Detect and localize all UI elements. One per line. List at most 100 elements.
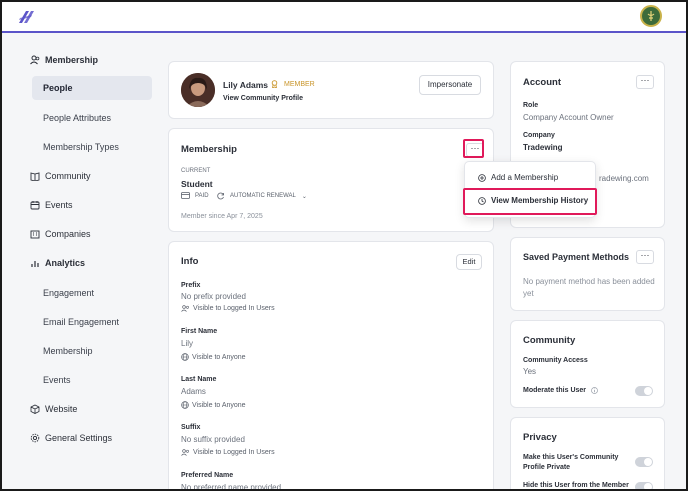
member-since: Member since Apr 7, 2025 (181, 213, 263, 220)
privacy-card: Privacy Make this User's Community Profi… (510, 417, 665, 489)
field-label-first-name: First Name (181, 328, 218, 335)
field-visibility-prefix[interactable]: Visible to Logged In Users (181, 305, 275, 312)
sidebar-item-label: Companies (45, 229, 91, 239)
globe-icon (181, 353, 189, 361)
member-badge: MEMBER (271, 80, 315, 88)
private-profile-toggle[interactable] (635, 457, 653, 467)
membership-card: Membership ··· CURRENT Student PAID AUTO… (168, 128, 494, 232)
user-avatar[interactable] (640, 5, 662, 27)
member-badge-label: MEMBER (284, 80, 315, 88)
email-value: radewing.com (599, 174, 649, 183)
sidebar-item-label: Website (45, 404, 78, 414)
company-label: Company (523, 132, 555, 139)
paid-label: PAID (195, 192, 209, 199)
add-membership-label: Add a Membership (491, 173, 559, 182)
sidebar-item-email-engagement[interactable]: Email Engagement (43, 317, 119, 327)
moderate-user-label: Moderate this User (523, 387, 598, 394)
renewal-label: AUTOMATIC RENEWAL (230, 193, 296, 199)
profile-name: Lily Adams (223, 80, 269, 90)
award-icon (271, 80, 278, 88)
community-title: Community (523, 335, 576, 346)
privacy-title: Privacy (523, 432, 557, 443)
current-label: CURRENT (181, 168, 211, 174)
building-icon (30, 230, 40, 239)
sidebar-item-engagement[interactable]: Engagement (43, 288, 94, 298)
plan-name: Student (181, 179, 213, 189)
community-access-value: Yes (523, 367, 537, 376)
company-value[interactable]: Tradewing (523, 143, 563, 152)
top-bar (2, 2, 686, 33)
payment-methods-card: Saved Payment Methods ··· No payment met… (510, 237, 665, 311)
field-label-prefix: Prefix (181, 282, 201, 289)
field-value-first-name: Lily (181, 339, 194, 348)
sidebar-item-events[interactable]: Events (30, 200, 73, 210)
impersonate-button[interactable]: Impersonate (419, 75, 481, 95)
renewal-status[interactable]: AUTOMATIC RENEWAL ⌄ (217, 192, 307, 200)
app-window: Membership People People Attributes Memb… (0, 0, 688, 491)
sidebar-item-label: Analytics (45, 258, 86, 268)
visibility-label: Visible to Logged In Users (193, 449, 275, 456)
profile-card: Lily Adams MEMBER View Community Profile… (168, 61, 494, 119)
sidebar: Membership People People Attributes Memb… (2, 35, 162, 489)
add-membership-menu-item[interactable]: Add a Membership (478, 173, 558, 182)
sidebar-item-people-attributes[interactable]: People Attributes (43, 113, 111, 123)
field-value-prefix: No prefix provided (181, 292, 246, 301)
payment-empty-text: No payment method has been added yet (523, 277, 655, 298)
payment-menu-button[interactable]: ··· (636, 250, 654, 264)
field-value-suffix: No suffix provided (181, 435, 245, 444)
gear-icon (30, 433, 40, 443)
info-icon[interactable] (591, 387, 598, 394)
field-label-last-name: Last Name (181, 376, 217, 383)
field-visibility-last-name[interactable]: Visible to Anyone (181, 401, 246, 409)
sidebar-item-analytics-events[interactable]: Events (43, 375, 71, 385)
field-visibility-suffix[interactable]: Visible to Logged In Users (181, 449, 275, 456)
sidebar-item-label: Events (45, 200, 73, 210)
bar-chart-icon (31, 261, 39, 267)
refresh-icon (217, 192, 224, 200)
globe-icon (181, 401, 189, 409)
sidebar-item-website[interactable]: Website (30, 404, 77, 414)
membership-title: Membership (181, 144, 237, 155)
users-icon (181, 305, 189, 312)
edit-info-button[interactable]: Edit (456, 254, 482, 270)
info-card: Info Edit Prefix No prefix provided Visi… (168, 241, 494, 491)
sidebar-item-general-settings[interactable]: General Settings (30, 433, 112, 443)
sidebar-item-label: Community (45, 171, 91, 181)
role-value: Company Account Owner (523, 113, 614, 122)
visibility-label: Visible to Anyone (192, 353, 246, 361)
sidebar-item-membership[interactable]: Membership (30, 55, 98, 65)
cube-icon (30, 404, 40, 414)
field-value-preferred-name: No preferred name provided (181, 483, 282, 491)
sidebar-item-community[interactable]: Community (30, 171, 91, 181)
field-label-preferred-name: Preferred Name (181, 472, 234, 479)
field-visibility-first-name[interactable]: Visible to Anyone (181, 353, 246, 361)
menu-button-highlight (463, 139, 484, 158)
sidebar-item-people[interactable]: People (32, 76, 152, 100)
sidebar-item-analytics-membership[interactable]: Membership (43, 346, 93, 356)
brand-logo-icon[interactable] (16, 7, 36, 27)
users-icon (181, 449, 189, 456)
plus-circle-icon (478, 173, 486, 182)
account-menu-button[interactable]: ··· (636, 75, 654, 89)
view-community-profile-link[interactable]: View Community Profile (223, 95, 303, 102)
community-access-label: Community Access (523, 357, 588, 364)
private-profile-label: Make this User's Community Profile Priva… (523, 454, 619, 471)
sidebar-item-companies[interactable]: Companies (30, 229, 91, 239)
card-icon (181, 192, 190, 199)
info-title: Info (181, 256, 199, 267)
moderate-user-toggle[interactable] (635, 386, 653, 396)
sidebar-item-membership-types[interactable]: Membership Types (43, 142, 119, 152)
profile-avatar (181, 73, 215, 107)
users-icon (30, 55, 40, 65)
payment-title: Saved Payment Methods (523, 252, 630, 262)
sidebar-item-label: General Settings (45, 433, 113, 443)
hide-user-toggle[interactable] (635, 482, 653, 489)
seal-icon (647, 11, 655, 21)
paid-status: PAID (181, 192, 209, 199)
calendar-icon (30, 201, 40, 210)
moderate-label-text: Moderate this User (523, 387, 587, 394)
sidebar-item-analytics[interactable]: Analytics (30, 258, 85, 268)
sidebar-item-label: Membership (45, 55, 99, 65)
role-label: Role (523, 102, 539, 109)
field-value-last-name: Adams (181, 387, 206, 396)
